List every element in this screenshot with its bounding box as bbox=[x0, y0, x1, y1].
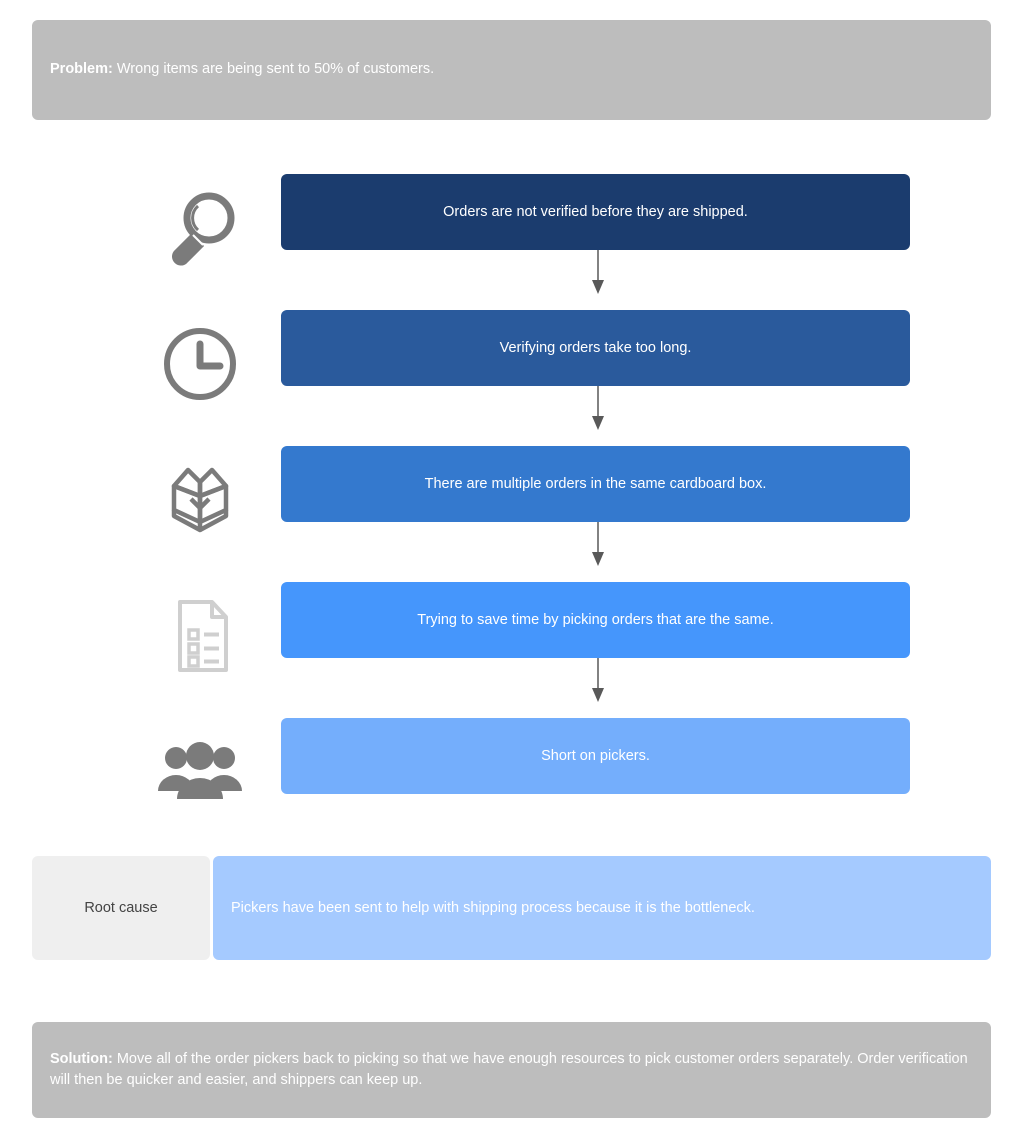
five-whys-diagram: Problem: Wrong items are being sent to 5… bbox=[0, 0, 1023, 1142]
arrow-connector-4 bbox=[591, 658, 605, 704]
clock-icon bbox=[158, 322, 242, 406]
magnifier-icon bbox=[158, 186, 242, 270]
problem-banner: Problem: Wrong items are being sent to 5… bbox=[32, 20, 991, 120]
solution-banner: Solution: Move all of the order pickers … bbox=[32, 1022, 991, 1118]
solution-text: Move all of the order pickers back to pi… bbox=[50, 1050, 968, 1088]
solution-label: Solution: bbox=[50, 1050, 113, 1067]
root-cause-text[interactable]: Pickers have been sent to help with ship… bbox=[213, 856, 991, 960]
why-icon-cell-3 bbox=[140, 432, 260, 568]
open-box-icon bbox=[158, 458, 242, 542]
why-row-2: Verifying orders take too long. bbox=[0, 296, 1023, 432]
why-icon-cell-4 bbox=[140, 568, 260, 704]
arrow-connector-2 bbox=[591, 386, 605, 432]
problem-text: Wrong items are being sent to 50% of cus… bbox=[112, 61, 435, 78]
checklist-document-icon bbox=[158, 594, 242, 678]
why-box-2-text: Verifying orders take too long. bbox=[499, 340, 692, 356]
why-icon-cell-2 bbox=[140, 296, 260, 432]
why-box-4-text: Trying to save time by picking orders th… bbox=[417, 612, 774, 628]
arrow-connector-1 bbox=[591, 250, 605, 296]
why-box-1[interactable]: Orders are not verified before they are … bbox=[281, 174, 910, 250]
root-cause-label: Root cause bbox=[32, 856, 210, 960]
why-box-3[interactable]: There are multiple orders in the same ca… bbox=[281, 446, 910, 522]
problem-banner-text: Problem: Wrong items are being sent to 5… bbox=[50, 59, 434, 80]
why-box-2[interactable]: Verifying orders take too long. bbox=[281, 310, 910, 386]
people-group-icon bbox=[156, 741, 244, 803]
why-box-4[interactable]: Trying to save time by picking orders th… bbox=[281, 582, 910, 658]
why-row-3: There are multiple orders in the same ca… bbox=[0, 432, 1023, 568]
why-box-5-text: Short on pickers. bbox=[541, 748, 650, 764]
root-cause-section: Root cause Pickers have been sent to hel… bbox=[32, 856, 991, 960]
why-icon-cell-5 bbox=[140, 704, 260, 840]
solution-banner-text: Solution: Move all of the order pickers … bbox=[50, 1049, 973, 1091]
arrow-connector-3 bbox=[591, 522, 605, 568]
why-chain: Orders are not verified before they are … bbox=[0, 160, 1023, 840]
why-row-1: Orders are not verified before they are … bbox=[0, 160, 1023, 296]
why-row-5: Short on pickers. bbox=[0, 704, 1023, 840]
why-row-4: Trying to save time by picking orders th… bbox=[0, 568, 1023, 704]
problem-label: Problem: bbox=[50, 61, 113, 78]
why-box-3-text: There are multiple orders in the same ca… bbox=[424, 476, 767, 492]
why-box-5[interactable]: Short on pickers. bbox=[281, 718, 910, 794]
why-icon-cell-1 bbox=[140, 160, 260, 296]
why-box-1-text: Orders are not verified before they are … bbox=[443, 204, 748, 220]
